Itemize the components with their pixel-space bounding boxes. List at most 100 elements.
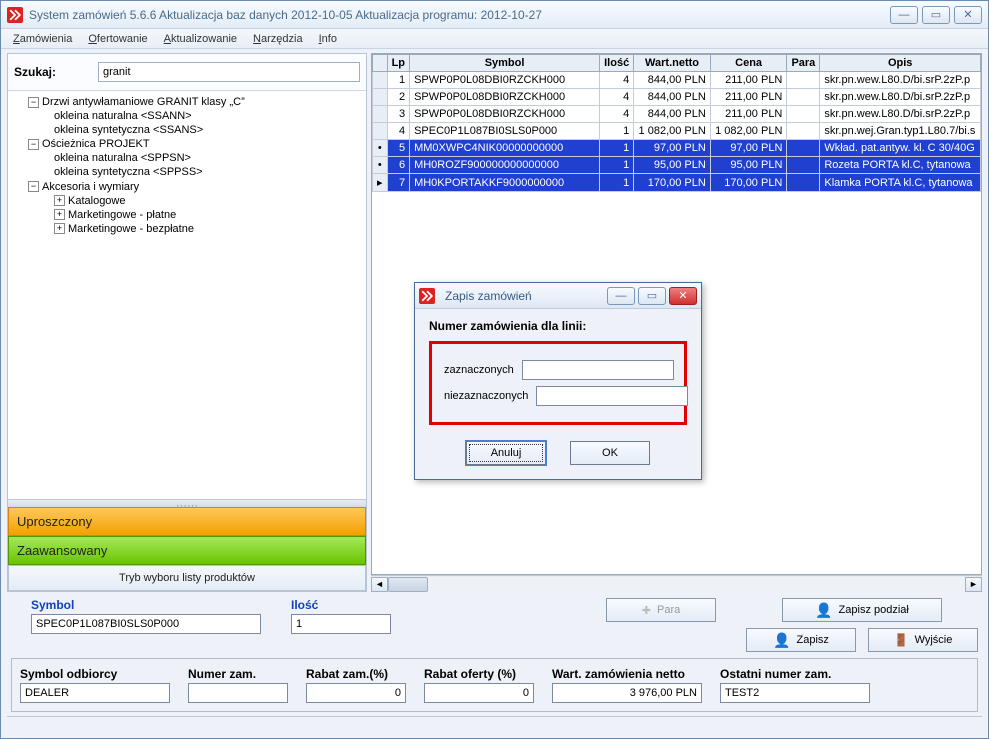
grid-head-para[interactable]: Para [787,55,820,72]
cell-symbol: SPWP0P0L08DBI0RZCKH000 [410,89,600,106]
simple-mode-button[interactable]: Uproszczony [8,507,366,536]
grid-head-ilosc[interactable]: Ilość [600,55,634,72]
tree-node[interactable]: Marketingowe - płatne [68,209,176,221]
cell-cena: 211,00 PLN [710,89,787,106]
grid-head-cena[interactable]: Cena [710,55,787,72]
cell-symbol: MM0XWPC4NIK00000000000 [410,140,600,157]
product-tree[interactable]: −Drzwi antywłamaniowe GRANIT klasy „C” o… [8,91,366,499]
input-ostatninum[interactable] [720,683,870,703]
menu-info[interactable]: Info [311,31,345,47]
para-button[interactable]: ✚ Para [606,598,716,622]
close-button[interactable]: ✕ [954,6,982,24]
minimize-button[interactable]: — [890,6,918,24]
menu-aktualizowanie[interactable]: Aktualizowanie [156,31,245,47]
dialog-maximize-button[interactable]: ▭ [638,287,666,305]
cell-cena: 211,00 PLN [710,72,787,89]
cancel-button[interactable]: Anuluj [466,441,546,465]
tree-node[interactable]: Drzwi antywłamaniowe GRANIT klasy „C” [42,96,245,108]
cell-symbol: SPWP0P0L08DBI0RZCKH000 [410,106,600,123]
tree-node[interactable]: Katalogowe [68,195,126,207]
titlebar: System zamówień 5.6.6 Aktualizacja baz d… [1,1,988,29]
tree-node[interactable]: okleina naturalna <SPPSN> [54,152,191,164]
grid-head-symbol[interactable]: Symbol [410,55,600,72]
tree-toggle-icon[interactable]: + [54,209,65,220]
row-marker [373,89,388,106]
tree-toggle-icon[interactable]: + [54,195,65,206]
zapisz-podzial-button[interactable]: 👤 Zapisz podział [782,598,942,622]
door-icon: 🚪 [894,633,909,647]
cell-para [787,123,820,140]
grid-head-wart[interactable]: Wart.netto [634,55,711,72]
cell-opis: skr.pn.wej.Gran.typ1.L80.7/bi.s [820,123,981,140]
dialog-minimize-button[interactable]: — [607,287,635,305]
tree-node[interactable]: okleina naturalna <SSANN> [54,110,192,122]
input-wartzam[interactable] [552,683,702,703]
tree-node[interactable]: okleina syntetyczna <SPPSS> [54,167,203,179]
advanced-mode-button[interactable]: Zaawansowany [8,536,366,565]
horizontal-scrollbar[interactable]: ◄ ► [371,575,982,592]
grid-head-opis[interactable]: Opis [820,55,981,72]
table-row[interactable]: 4SPEC0P1L087BI0SLS0P00011 082,00 PLN1 08… [373,123,981,140]
row-marker: ▸ [373,174,388,192]
table-row[interactable]: ▸7MH0KPORTAKKF90000000001170,00 PLN170,0… [373,174,981,192]
ilosc-label: Ilość [291,598,391,614]
cell-cena: 211,00 PLN [710,106,787,123]
product-list-mode-button[interactable]: Tryb wyboru listy produktów [8,565,366,591]
table-row[interactable]: 2SPWP0P0L08DBI0RZCKH0004844,00 PLN211,00… [373,89,981,106]
dialog-body: Numer zamówienia dla linii: zaznaczonych… [415,309,701,479]
cell-ilosc: 1 [600,174,634,192]
cell-lp: 4 [387,123,410,140]
input-numerzam[interactable] [188,683,288,703]
scroll-thumb[interactable] [388,577,428,592]
ok-button[interactable]: OK [570,441,650,465]
save-orders-dialog: Zapis zamówień — ▭ ✕ Numer zamówienia dl… [414,282,702,480]
tree-node[interactable]: Ościeżnica PROJEKT [42,138,150,150]
tree-node[interactable]: okleina syntetyczna <SSANS> [54,124,203,136]
tree-toggle-icon[interactable]: + [54,223,65,234]
menu-ofertowanie[interactable]: Ofertowanie [80,31,155,47]
ilosc-input[interactable] [291,614,391,634]
input-zaznaczonych[interactable] [522,360,674,380]
symbol-input[interactable] [31,614,261,634]
input-rabatoferty[interactable] [424,683,534,703]
cell-wart: 844,00 PLN [634,72,711,89]
table-row[interactable]: •5MM0XWPC4NIK00000000000197,00 PLN97,00 … [373,140,981,157]
cell-ilosc: 1 [600,157,634,174]
run-icon: 👤 [773,632,790,649]
cell-para [787,174,820,192]
cell-cena: 97,00 PLN [710,140,787,157]
search-input[interactable] [98,62,360,82]
maximize-button[interactable]: ▭ [922,6,950,24]
cell-opis: skr.pn.wew.L80.D/bi.srP.2zP.p [820,106,981,123]
menu-zamowienia[interactable]: Zamówienia [5,31,80,47]
table-row[interactable]: 3SPWP0P0L08DBI0RZCKH0004844,00 PLN211,00… [373,106,981,123]
cell-lp: 5 [387,140,410,157]
cell-para [787,157,820,174]
input-odbiorca[interactable] [20,683,170,703]
scroll-track[interactable] [388,577,965,592]
wyjscie-button[interactable]: 🚪 Wyjście [868,628,978,652]
dialog-close-button[interactable]: ✕ [669,287,697,305]
input-rabatzam[interactable] [306,683,406,703]
table-row[interactable]: 1SPWP0P0L08DBI0RZCKH0004844,00 PLN211,00… [373,72,981,89]
menu-narzedzia[interactable]: Narzędzia [245,31,311,47]
splitter-grip[interactable]: ······ [8,499,366,507]
cell-symbol: SPWP0P0L08DBI0RZCKH000 [410,72,600,89]
tree-node[interactable]: Marketingowe - bezpłatne [68,223,194,235]
input-niezaznaczonych[interactable] [536,386,688,406]
label-numerzam: Numer zam. [188,667,288,683]
cell-lp: 6 [387,157,410,174]
row-marker [373,123,388,140]
dialog-titlebar: Zapis zamówień — ▭ ✕ [415,283,701,309]
zapisz-button[interactable]: 👤 Zapisz [746,628,856,652]
grid-head-lp[interactable]: Lp [387,55,410,72]
table-row[interactable]: •6MH0ROZF900000000000000195,00 PLN95,00 … [373,157,981,174]
app-icon [7,7,23,23]
tree-toggle-icon[interactable]: − [28,139,39,150]
tree-toggle-icon[interactable]: − [28,97,39,108]
scroll-left-icon[interactable]: ◄ [371,577,388,592]
tree-node[interactable]: Akcesoria i wymiary [42,181,139,193]
tree-toggle-icon[interactable]: − [28,181,39,192]
scroll-right-icon[interactable]: ► [965,577,982,592]
label-rabatzam: Rabat zam.(%) [306,667,406,683]
